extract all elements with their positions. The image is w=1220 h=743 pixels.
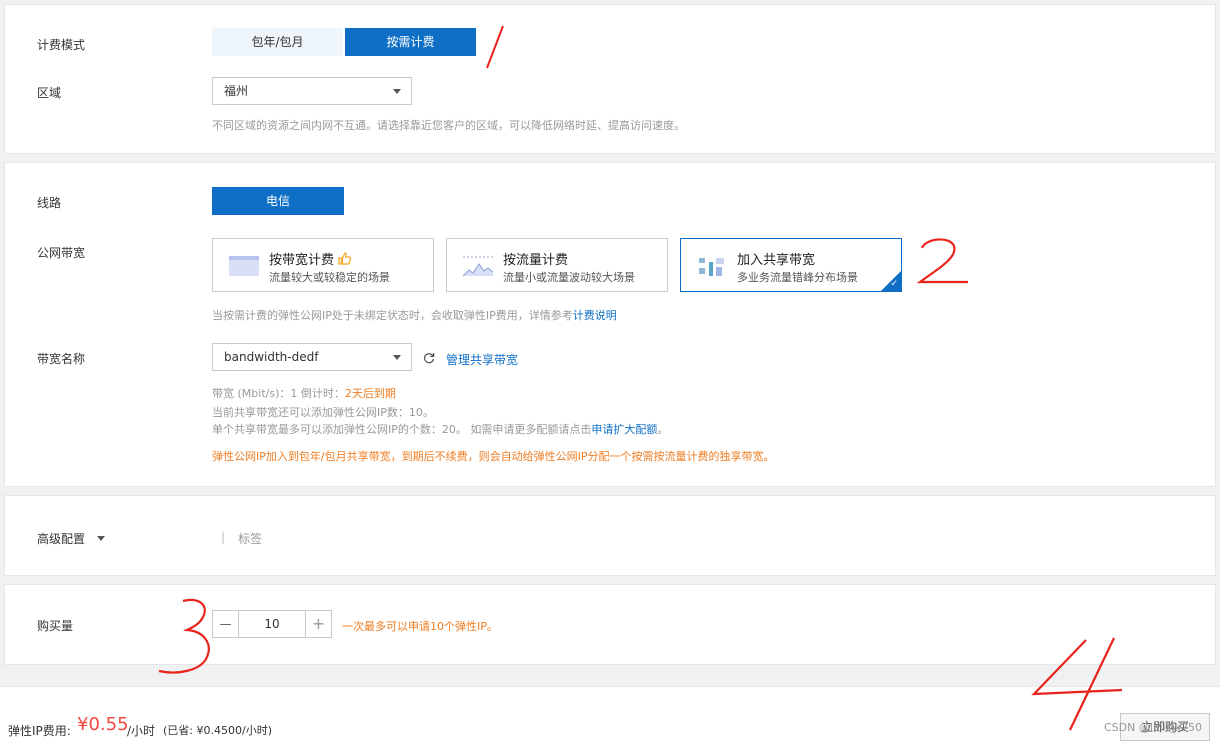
caret-down-icon: [96, 536, 105, 541]
region-hint: 不同区域的资源之间内网不互通。请选择靠近您客户的区域，可以降低网络时延、提高访问…: [212, 119, 685, 132]
bandwidth-name-label: 带宽名称: [37, 352, 86, 366]
line-option-telecom[interactable]: 电信: [212, 187, 344, 215]
bandwidth-name-value: bandwidth-dedf: [224, 350, 319, 364]
annotation-4: [1031, 637, 1123, 731]
bandwidth-info-line1: 带宽 (Mbit/s)：1 倒计时：2天后到期: [212, 387, 396, 400]
shared-bandwidth-icon: [699, 258, 724, 276]
billing-option-yearly[interactable]: 包年/包月: [212, 28, 343, 56]
apply-quota-link[interactable]: 申请扩大配额: [591, 423, 657, 436]
checkmark-icon: ✓: [890, 279, 898, 289]
increment-button[interactable]: +: [305, 610, 332, 638]
tag-label[interactable]: 标签: [238, 530, 262, 547]
bandwidth-option-title: 按带宽计费: [269, 249, 352, 268]
advanced-config-toggle[interactable]: 高级配置: [37, 530, 105, 547]
thumbs-up-icon: [338, 252, 352, 265]
annotation-3: [158, 598, 210, 674]
bandwidth-chart-icon: [229, 256, 259, 276]
bandwidth-info-line2: 当前共享带宽还可以添加弹性公网IP数：10。: [212, 406, 434, 419]
fee-unit: /小时: [127, 724, 156, 738]
traffic-option-desc: 流量小或流量波动较大场景: [503, 271, 635, 284]
bandwidth-option-shared[interactable]: 加入共享带宽 多业务流量错峰分布场景 ✓: [680, 238, 902, 292]
advanced-card: 高级配置 | 标签: [4, 495, 1216, 576]
annotation-2: [916, 238, 968, 284]
fee-saved: (已省: ¥0.4500/小时): [163, 724, 272, 737]
fee-label: 弹性IP费用:: [8, 724, 71, 738]
region-label: 区域: [37, 86, 62, 100]
billing-mode-label: 计费模式: [37, 38, 86, 52]
bandwidth-warning: 弹性公网IP加入到包年/包月共享带宽，到期后不续费，则会自动给弹性公网IP分配一…: [212, 450, 775, 463]
purchase-quantity-label: 购买量: [37, 619, 74, 633]
bandwidth-option-by-traffic[interactable]: 按流量计费 流量小或流量波动较大场景: [446, 238, 668, 292]
purchase-hint: 一次最多可以申请10个弹性IP。: [342, 620, 498, 633]
bandwidth-hint: 当按需计费的弹性公网IP处于未绑定状态时，会收取弹性IP费用，详情参考计费说明: [212, 309, 617, 322]
bandwidth-name-select[interactable]: bandwidth-dedf: [212, 343, 412, 371]
traffic-option-title: 按流量计费: [503, 253, 569, 268]
manage-shared-bandwidth-link[interactable]: 管理共享带宽: [446, 351, 518, 368]
bandwidth-option-desc: 流量较大或较稳定的场景: [269, 271, 390, 284]
chevron-down-icon: [393, 355, 401, 360]
bandwidth-info-line3: 单个共享带宽最多可以添加弹性公网IP的个数：20。 如需申请更多配额请点击申请扩…: [212, 423, 669, 436]
annotation-1: [486, 25, 504, 69]
billing-description-link[interactable]: 计费说明: [573, 309, 617, 322]
refresh-icon[interactable]: [423, 352, 435, 364]
region-select[interactable]: 福州: [212, 77, 412, 105]
bandwidth-option-by-bandwidth[interactable]: 按带宽计费 流量较大或较稳定的场景: [212, 238, 434, 292]
region-value: 福州: [224, 84, 249, 98]
advanced-separator: |: [221, 530, 226, 544]
expiry-countdown: 2天后到期: [344, 387, 396, 400]
network-card: 线路 电信 公网带宽 按带宽计费 流量较大或较稳定的场景 按流量计费 流量小或流…: [4, 162, 1216, 487]
quantity-stepper: — 10 +: [212, 610, 332, 638]
traffic-chart-icon: [463, 256, 493, 277]
quantity-input[interactable]: 10: [238, 610, 306, 638]
shared-option-desc: 多业务流量错峰分布场景: [737, 271, 858, 284]
chevron-down-icon: [393, 89, 401, 94]
billing-option-on-demand[interactable]: 按需计费: [345, 28, 476, 56]
decrement-button[interactable]: —: [212, 610, 239, 638]
fee-price: ¥0.55: [77, 714, 129, 735]
shared-option-title: 加入共享带宽: [737, 253, 816, 268]
billing-region-card: 计费模式 包年/包月 按需计费 区域 福州 不同区域的资源之间内网不互通。请选择…: [4, 4, 1216, 154]
bandwidth-label: 公网带宽: [37, 246, 86, 260]
line-label: 线路: [37, 196, 62, 210]
